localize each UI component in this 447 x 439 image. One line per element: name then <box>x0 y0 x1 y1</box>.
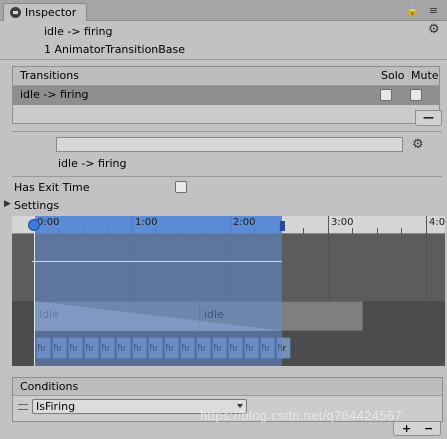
transition-subtitle: 1 AnimatorTransitionBase <box>44 43 186 56</box>
tick-label: 2:00 <box>233 217 256 228</box>
add-condition-button[interactable]: + <box>402 422 411 435</box>
transition-curve <box>32 261 282 262</box>
transitions-header-label: Transitions <box>20 69 79 82</box>
has-exit-time-label: Has Exit Time <box>14 181 90 194</box>
transition-row[interactable]: idle -> firing <box>13 86 439 105</box>
ruler-minor-tick <box>377 228 378 234</box>
inspector-tab-bar: Inspector 🔒 ≡ <box>0 0 447 21</box>
transition-title: idle -> firing <box>44 25 113 38</box>
has-exit-time-checkbox[interactable] <box>175 181 187 193</box>
inspector-tab[interactable]: Inspector <box>3 3 87 21</box>
conditions-header: Conditions <box>13 378 442 396</box>
condition-parameter-value: IsFiring <box>36 400 76 413</box>
settings-foldout-arrow-icon[interactable]: ▶ <box>4 199 11 209</box>
gear-icon[interactable]: ⚙ <box>412 137 424 152</box>
transition-end-handle[interactable] <box>280 221 285 231</box>
ruler-tick <box>328 216 329 234</box>
transition-name-field[interactable] <box>56 137 403 152</box>
transition-duration-overlay[interactable] <box>34 216 282 366</box>
inspector-icon <box>10 7 21 18</box>
mute-checkbox[interactable] <box>410 89 422 101</box>
remove-condition-button[interactable]: − <box>424 422 433 435</box>
transition-row-label: idle -> firing <box>20 88 89 101</box>
transitions-list: Transitions Solo Mute idle -> firing <box>12 66 440 124</box>
inspector-tab-label: Inspector <box>25 6 77 19</box>
blend-gradient <box>34 301 284 331</box>
remove-transition-button[interactable]: — <box>415 110 442 126</box>
ruler-tick <box>426 216 427 234</box>
drag-handle-icon[interactable] <box>18 404 28 410</box>
transitions-list-header: Transitions Solo Mute <box>13 67 439 86</box>
transition-detail-label: idle -> firing <box>58 157 127 170</box>
tick-label: 1:00 <box>135 217 158 228</box>
transition-timeline[interactable]: idle idle fir fir fir fir fir fir fir fi… <box>12 216 445 366</box>
tick-label: 0:00 <box>37 217 60 228</box>
playhead[interactable] <box>34 216 35 366</box>
mute-column-label: Mute <box>411 69 439 82</box>
divider <box>12 131 442 132</box>
grid-line <box>426 234 427 301</box>
condition-add-remove-buttons: + − <box>393 421 441 436</box>
tick-label: 4:00 <box>429 217 445 228</box>
tick-label: 3:00 <box>331 217 354 228</box>
conditions-header-label: Conditions <box>20 380 79 393</box>
solo-column-label: Solo <box>381 69 405 82</box>
transition-start-handle[interactable] <box>28 219 40 231</box>
grid-line <box>328 234 329 301</box>
lock-and-menu-icons[interactable]: 🔒 ≡ <box>406 4 441 17</box>
solo-checkbox[interactable] <box>380 89 392 101</box>
ruler-minor-tick <box>352 228 353 234</box>
divider <box>0 59 447 60</box>
watermark: https://blog.csdn.net/q764424567 <box>200 408 402 423</box>
ruler-minor-tick <box>303 228 304 234</box>
divider <box>12 176 442 177</box>
settings-foldout-label[interactable]: Settings <box>14 199 59 212</box>
ruler-minor-tick <box>401 228 402 234</box>
gear-icon[interactable]: ⚙ <box>428 22 440 37</box>
